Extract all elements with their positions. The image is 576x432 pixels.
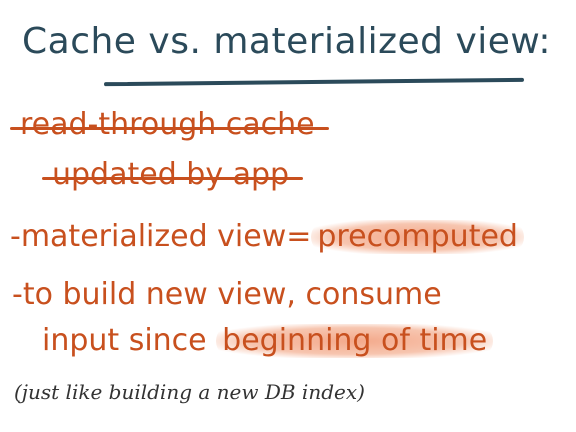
bullet-input-since-text: input since	[42, 323, 217, 358]
bullet-materialized-view-text: -materialized view=	[10, 219, 312, 254]
slide: Cache vs. materialized view: read-throug…	[0, 0, 576, 432]
bullet-materialized-view: -materialized view= precomputed	[10, 220, 524, 254]
aside-note: (just like building a new DB index)	[14, 380, 365, 404]
struck-text-updated: updated by app	[41, 157, 304, 192]
highlight-beginning-of-time: beginning of time	[216, 324, 494, 358]
title-underline	[103, 77, 525, 87]
highlight-precomputed: precomputed	[311, 220, 524, 254]
struck-text-read-through: read-through cache	[10, 107, 329, 142]
bullet-build-new-view: -to build new view, consume	[12, 277, 442, 312]
bullet-input-since: input since beginning of time	[42, 323, 494, 358]
slide-title: Cache vs. materialized view:	[22, 21, 552, 62]
struck-line-1: read-through cache	[10, 107, 329, 142]
struck-line-2: updated by app	[41, 157, 304, 192]
